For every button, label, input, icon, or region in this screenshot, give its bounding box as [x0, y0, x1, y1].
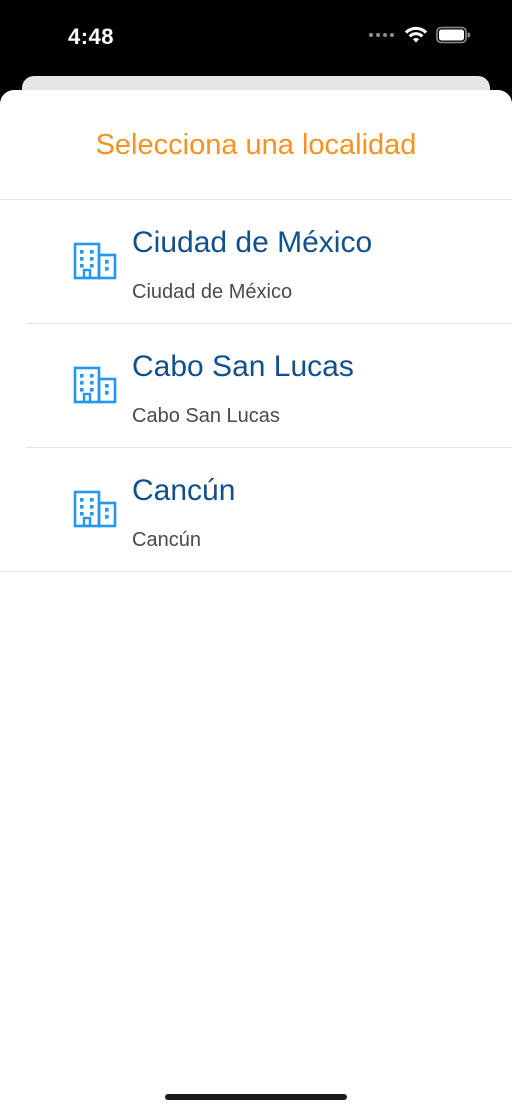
location-title: Cabo San Lucas	[132, 350, 354, 383]
status-icons	[369, 26, 472, 44]
screen: 4:48 Selecciona una localidad Ciudad de …	[0, 0, 512, 1110]
location-item-ciudad-de-mexico[interactable]: Ciudad de México Ciudad de México	[0, 200, 512, 324]
cellular-signal-icon	[369, 33, 394, 37]
battery-icon	[436, 26, 470, 44]
location-subtitle: Ciudad de México	[132, 281, 293, 303]
building-icon	[73, 242, 117, 280]
sheet-title: Selecciona una localidad	[95, 129, 417, 161]
building-icon	[73, 366, 117, 404]
status-time: 4:48	[68, 24, 115, 49]
location-title: Cancún	[132, 474, 236, 507]
status-bar: 4:48	[0, 0, 512, 76]
location-title: Ciudad de México	[132, 226, 373, 259]
wifi-icon	[404, 26, 428, 43]
building-icon	[73, 490, 117, 528]
row-divider	[0, 571, 512, 572]
location-item-cancun[interactable]: Cancún Cancún	[0, 448, 512, 572]
location-picker-sheet: Selecciona una localidad Ciudad de Méxic…	[0, 90, 512, 1110]
home-indicator[interactable]	[165, 1094, 347, 1100]
location-subtitle: Cancún	[132, 529, 201, 551]
location-item-cabo-san-lucas[interactable]: Cabo San Lucas Cabo San Lucas	[0, 324, 512, 448]
location-list: Ciudad de México Ciudad de México Cabo S…	[0, 200, 512, 572]
sheet-header: Selecciona una localidad	[0, 90, 512, 200]
location-subtitle: Cabo San Lucas	[132, 405, 280, 427]
